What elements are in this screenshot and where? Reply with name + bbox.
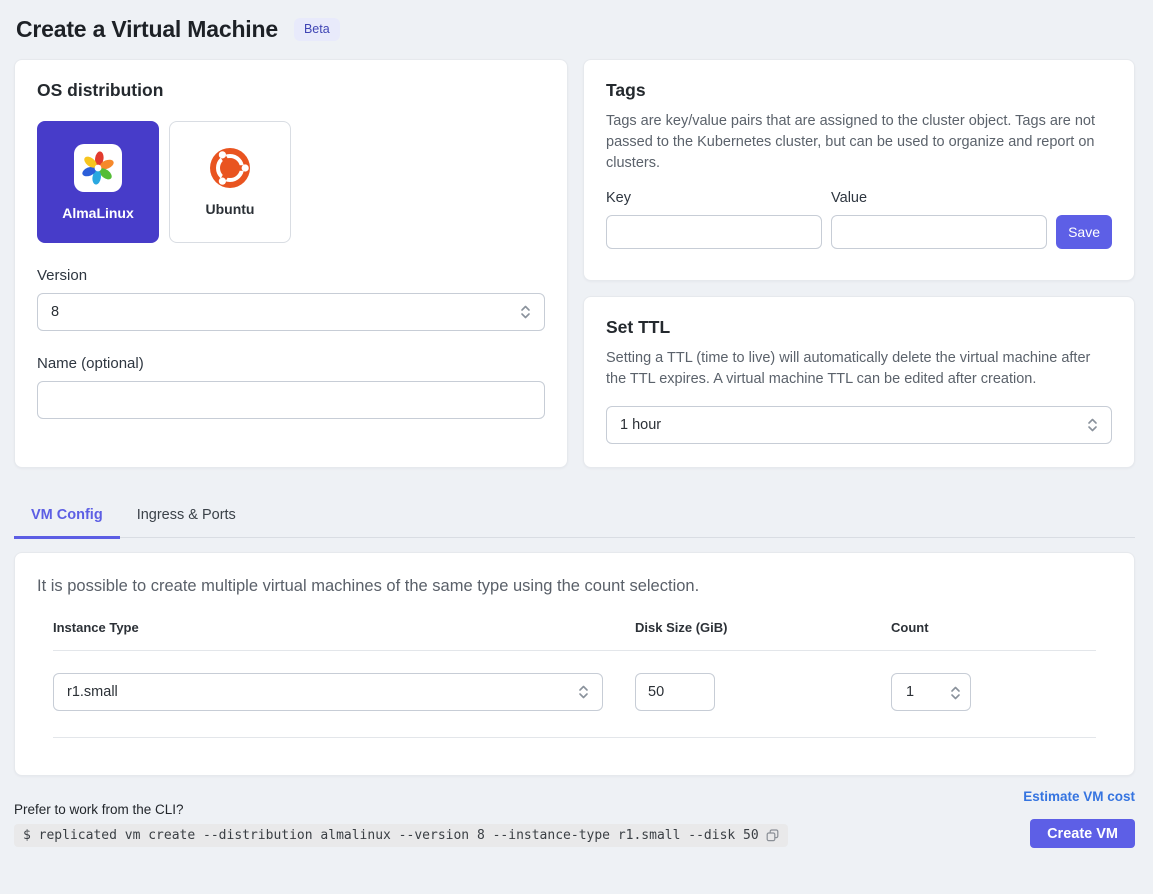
tags-kv-row: Key Value Save xyxy=(606,190,1112,249)
column-count: Count xyxy=(891,620,1096,635)
tag-key-field: Key xyxy=(606,190,822,249)
right-column: Tags Tags are key/value pairs that are a… xyxy=(583,59,1135,468)
instance-type-cell: r1.small xyxy=(53,673,635,711)
stepper-chevrons-icon[interactable] xyxy=(950,684,961,702)
tags-description: Tags are key/value pairs that are assign… xyxy=(606,111,1112,174)
ttl-select[interactable]: 1 hour xyxy=(606,406,1112,444)
tab-bar: VM Config Ingress & Ports xyxy=(14,494,1135,538)
tag-key-input[interactable] xyxy=(606,215,822,249)
vm-config-card: It is possible to create multiple virtua… xyxy=(14,552,1135,776)
count-input[interactable] xyxy=(892,684,944,700)
tags-card: Tags Tags are key/value pairs that are a… xyxy=(583,59,1135,281)
disk-size-cell xyxy=(635,673,891,711)
tab-vm-config[interactable]: VM Config xyxy=(14,494,120,539)
tag-value-input[interactable] xyxy=(831,215,1047,249)
footer-actions: Estimate VM cost Create VM xyxy=(1023,788,1135,848)
os-tile-almalinux[interactable]: AlmaLinux xyxy=(37,121,159,243)
name-input[interactable] xyxy=(37,381,545,419)
create-vm-page: Create a Virtual Machine Beta OS distrib… xyxy=(0,0,1153,894)
os-distribution-card: OS distribution Alma xyxy=(14,59,568,468)
page-title: Create a Virtual Machine xyxy=(16,16,278,43)
copy-icon[interactable] xyxy=(766,829,779,842)
tag-value-label: Value xyxy=(831,190,1047,206)
count-stepper[interactable] xyxy=(891,673,971,711)
version-label: Version xyxy=(37,267,545,284)
set-ttl-card: Set TTL Setting a TTL (time to live) wil… xyxy=(583,296,1135,468)
top-row: OS distribution Alma xyxy=(14,59,1135,468)
os-tile-ubuntu[interactable]: Ubuntu xyxy=(169,121,291,243)
os-tile-label-ubuntu: Ubuntu xyxy=(206,201,255,217)
os-tile-label-almalinux: AlmaLinux xyxy=(62,205,134,221)
name-label: Name (optional) xyxy=(37,355,545,372)
column-instance-type: Instance Type xyxy=(53,620,635,635)
beta-badge: Beta xyxy=(294,18,340,41)
os-distribution-heading: OS distribution xyxy=(37,80,545,101)
ttl-select-value: 1 hour xyxy=(620,417,661,433)
page-footer: Estimate VM cost Create VM Prefer to wor… xyxy=(14,784,1135,894)
count-cell xyxy=(891,673,1096,711)
tags-heading: Tags xyxy=(606,80,1112,101)
disk-size-input[interactable] xyxy=(635,673,715,711)
chevron-up-down-icon xyxy=(1087,416,1098,434)
tag-key-label: Key xyxy=(606,190,822,206)
page-header: Create a Virtual Machine Beta xyxy=(16,16,1135,43)
cli-command-text: $ replicated vm create --distribution al… xyxy=(23,828,759,843)
vm-config-note: It is possible to create multiple virtua… xyxy=(37,577,1112,596)
vm-instance-table: Instance Type Disk Size (GiB) Count r1.s… xyxy=(37,620,1112,738)
almalinux-logo-chip xyxy=(74,144,122,192)
ttl-description: Setting a TTL (time to live) will automa… xyxy=(606,348,1112,390)
create-vm-button[interactable]: Create VM xyxy=(1030,819,1135,848)
os-tile-list: AlmaLinux xyxy=(37,121,545,243)
ubuntu-icon xyxy=(210,148,250,188)
cli-command-chip: $ replicated vm create --distribution al… xyxy=(14,824,788,847)
cli-section: Prefer to work from the CLI? $ replicate… xyxy=(14,784,1135,847)
ttl-heading: Set TTL xyxy=(606,317,1112,338)
column-disk-size: Disk Size (GiB) xyxy=(635,620,891,635)
tab-ingress-ports[interactable]: Ingress & Ports xyxy=(120,494,253,539)
vm-table-row: r1.small xyxy=(53,651,1096,738)
save-tag-button[interactable]: Save xyxy=(1056,215,1112,249)
version-select[interactable]: 8 xyxy=(37,293,545,331)
vm-table-header: Instance Type Disk Size (GiB) Count xyxy=(53,620,1096,651)
almalinux-icon xyxy=(81,151,115,185)
version-select-value: 8 xyxy=(51,304,59,320)
chevron-up-down-icon xyxy=(578,683,589,701)
chevron-up-down-icon xyxy=(520,303,531,321)
instance-type-select[interactable]: r1.small xyxy=(53,673,603,711)
tag-value-field: Value xyxy=(831,190,1047,249)
estimate-vm-cost-link[interactable]: Estimate VM cost xyxy=(1023,789,1135,804)
cli-prompt-text: Prefer to work from the CLI? xyxy=(14,802,1135,817)
instance-type-value: r1.small xyxy=(67,684,118,700)
